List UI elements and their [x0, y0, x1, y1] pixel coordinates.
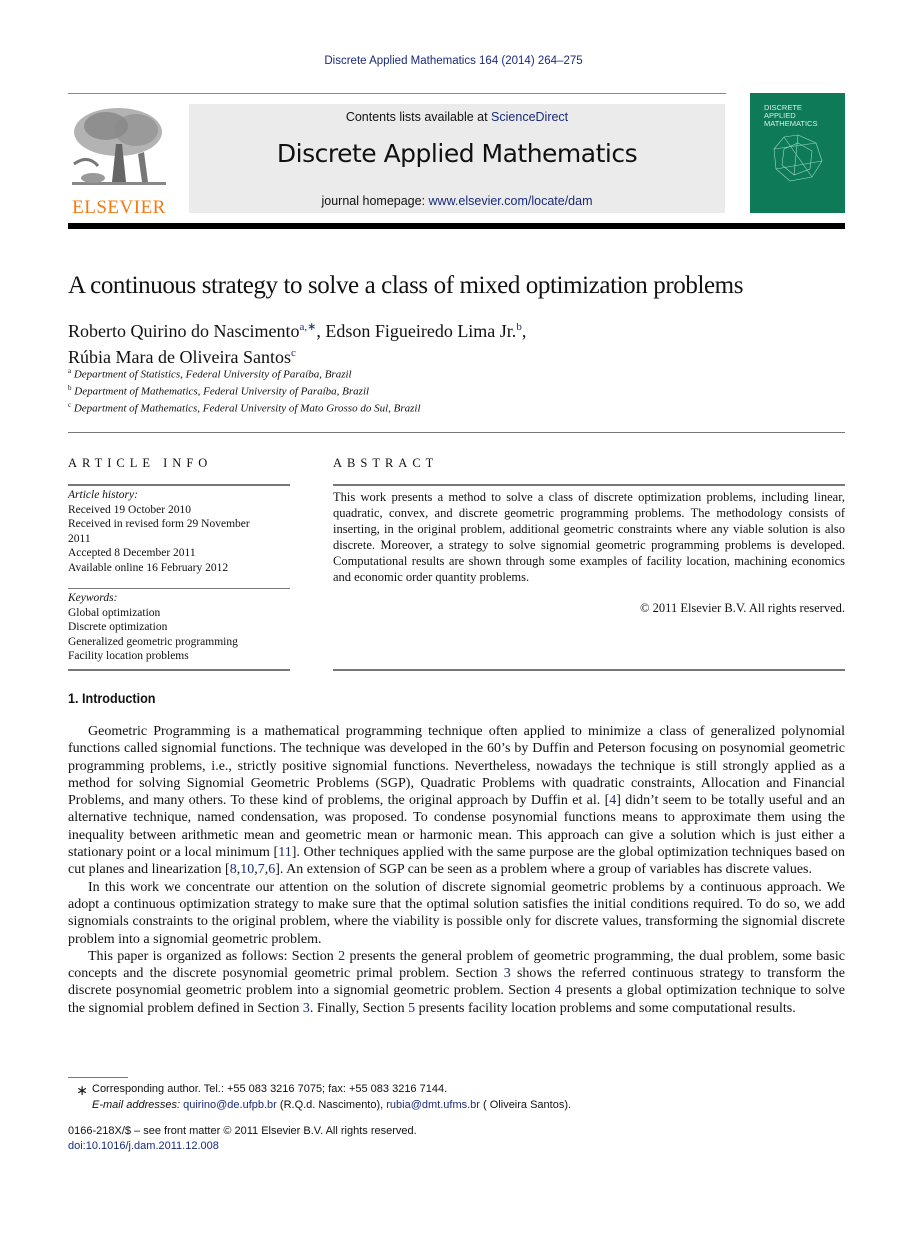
abstract-bottom-rule [333, 669, 845, 671]
journal-cover[interactable]: DISCRETE APPLIED MATHEMATICS [750, 93, 845, 213]
cover-title: DISCRETE APPLIED MATHEMATICS [764, 104, 817, 128]
paragraph: In this work we concentrate our attentio… [68, 879, 845, 947]
email-link[interactable]: quirino@de.ufpb.br [183, 1099, 277, 1111]
title-block-divider [68, 432, 845, 433]
article-info-bottom-rule [68, 669, 290, 671]
keywords-label: Keywords: [68, 592, 118, 604]
affiliation-text: Department of Mathematics, Federal Unive… [73, 402, 421, 415]
history-item: 2011 [68, 532, 91, 545]
author-affiliation-mark[interactable]: a,∗ [299, 321, 316, 333]
footnote-rule [68, 1077, 128, 1078]
elsevier-wordmark: ELSEVIER [72, 197, 166, 218]
journal-homepage-link[interactable]: www.elsevier.com/locate/dam [429, 194, 593, 208]
email-label: E-mail addresses: [92, 1099, 181, 1111]
journal-reference[interactable]: Discrete Applied Mathematics 164 (2014) … [0, 55, 907, 67]
homepage-prefix: journal homepage: [321, 194, 429, 208]
author-list: Roberto Quirino do Nascimentoa,∗, Edson … [68, 316, 526, 368]
corresponding-author-footnote: ∗ Corresponding author. Tel.: +55 083 321… [68, 1081, 447, 1098]
keyword-item: Generalized geometric programming [68, 635, 238, 648]
affiliation: c Department of Mathematics, Federal Uni… [68, 401, 421, 415]
front-matter: 0166-218X/$ – see front matter © 2011 El… [68, 1124, 417, 1154]
affiliation-text: Department of Mathematics, Federal Unive… [74, 385, 370, 398]
article-history: Article history: Received 19 October 201… [68, 488, 290, 575]
text-run: ]. An extension of SGP can be seen as a … [275, 862, 812, 878]
author-separator: , [521, 321, 527, 341]
sciencedirect-link[interactable]: ScienceDirect [491, 110, 568, 124]
article-info-rule [68, 484, 290, 486]
author-name: Roberto Quirino do Nascimento [68, 321, 300, 341]
affiliation: b Department of Mathematics, Federal Uni… [68, 384, 369, 398]
paragraph: Geometric Programming is a mathematical … [68, 724, 845, 878]
keywords: Keywords: Global optimization Discrete o… [68, 591, 290, 664]
doi-link[interactable]: doi:10.1016/j.dam.2011.12.008 [68, 1140, 219, 1152]
keyword-item: Facility location problems [68, 650, 189, 662]
cover-polyhedron-icon [773, 134, 823, 182]
keyword-item: Global optimization [68, 606, 161, 619]
affiliation-mark: a [68, 367, 72, 375]
text-run: presents facility location problems and … [415, 1000, 796, 1016]
elsevier-logo: ELSEVIER [68, 104, 170, 218]
email-footnote: E-mail addresses: quirino@de.ufpb.br (R.… [68, 1097, 571, 1113]
citation-link[interactable]: 11 [278, 845, 291, 860]
abstract-text: This work presents a method to solve a c… [333, 490, 845, 584]
homepage-line: journal homepage: www.elsevier.com/locat… [189, 194, 725, 208]
author-name: Edson Figueiredo Lima Jr. [325, 321, 517, 341]
affiliation-text: Department of Statistics, Federal Univer… [73, 368, 352, 381]
history-item: Available online 16 February 2012 [68, 561, 229, 574]
text-run: This paper is organized as follows: Sect… [88, 948, 339, 964]
section-heading-introduction: 1. Introduction [68, 690, 156, 706]
introduction-body: Geometric Programming is a mathematical … [68, 723, 845, 1017]
history-item: Received in revised form 29 November [68, 518, 250, 530]
footnote-text: Corresponding author. Tel.: +55 083 3216… [92, 1083, 448, 1095]
author-line: Roberto Quirino do Nascimentoa,∗, Edson … [68, 316, 526, 342]
footnote-star-icon: ∗ [76, 1082, 88, 1098]
citation-link[interactable]: 10 [240, 862, 254, 877]
affiliation: a Department of Statistics, Federal Univ… [68, 367, 352, 381]
journal-title: Discrete Applied Mathematics [276, 139, 638, 168]
keyword-item: Discrete optimization [68, 621, 168, 633]
text-run: . Finally, Section [309, 1000, 409, 1016]
section-link[interactable]: 3 [504, 966, 511, 981]
contents-prefix: Contents lists available at [345, 110, 492, 124]
author-line: Rúbia Mara de Oliveira Santosc [68, 342, 526, 368]
history-item: Accepted 8 December 2011 [68, 547, 196, 559]
author-separator: , [316, 321, 326, 341]
email-owner: ( Oliveira Santos). [479, 1099, 572, 1111]
keywords-rule [68, 588, 290, 589]
contents-line: Contents lists available at ScienceDirec… [189, 110, 725, 124]
email-owner: (R.Q.d. Nascimento), [276, 1099, 387, 1111]
masthead-top-rule [68, 93, 726, 94]
affiliation-mark: b [68, 384, 72, 392]
article-history-label: Article history: [68, 489, 138, 501]
section-link[interactable]: 3 [303, 1001, 310, 1016]
email-link[interactable]: rubia@dmt.ufms.br [386, 1099, 480, 1111]
elsevier-tree-icon [72, 108, 166, 185]
paragraph: This paper is organized as follows: Sect… [68, 948, 845, 1017]
masthead-bottom-rule [68, 223, 845, 229]
issn-line: 0166-218X/$ – see front matter © 2011 El… [68, 1125, 417, 1137]
citation-link[interactable]: 8 [230, 862, 237, 877]
affiliation-mark: c [68, 401, 72, 409]
abstract-copyright: © 2011 Elsevier B.V. All rights reserved… [640, 601, 845, 615]
citation-link[interactable]: 7 [258, 862, 265, 877]
author-affiliation-mark[interactable]: c [291, 347, 296, 359]
author-name: Rúbia Mara de Oliveira Santos [68, 347, 291, 367]
section-link[interactable]: 4 [555, 983, 562, 998]
masthead-box: Contents lists available at ScienceDirec… [189, 104, 725, 213]
cover-title-line: MATHEMATICS [764, 119, 818, 128]
abstract-heading: ABSTRACT [333, 456, 439, 470]
history-item: Received 19 October 2010 [68, 503, 191, 516]
abstract-rule [333, 484, 845, 486]
article-title: A continuous strategy to solve a class o… [68, 272, 744, 299]
article-info-heading: ARTICLE INFO [68, 456, 213, 470]
